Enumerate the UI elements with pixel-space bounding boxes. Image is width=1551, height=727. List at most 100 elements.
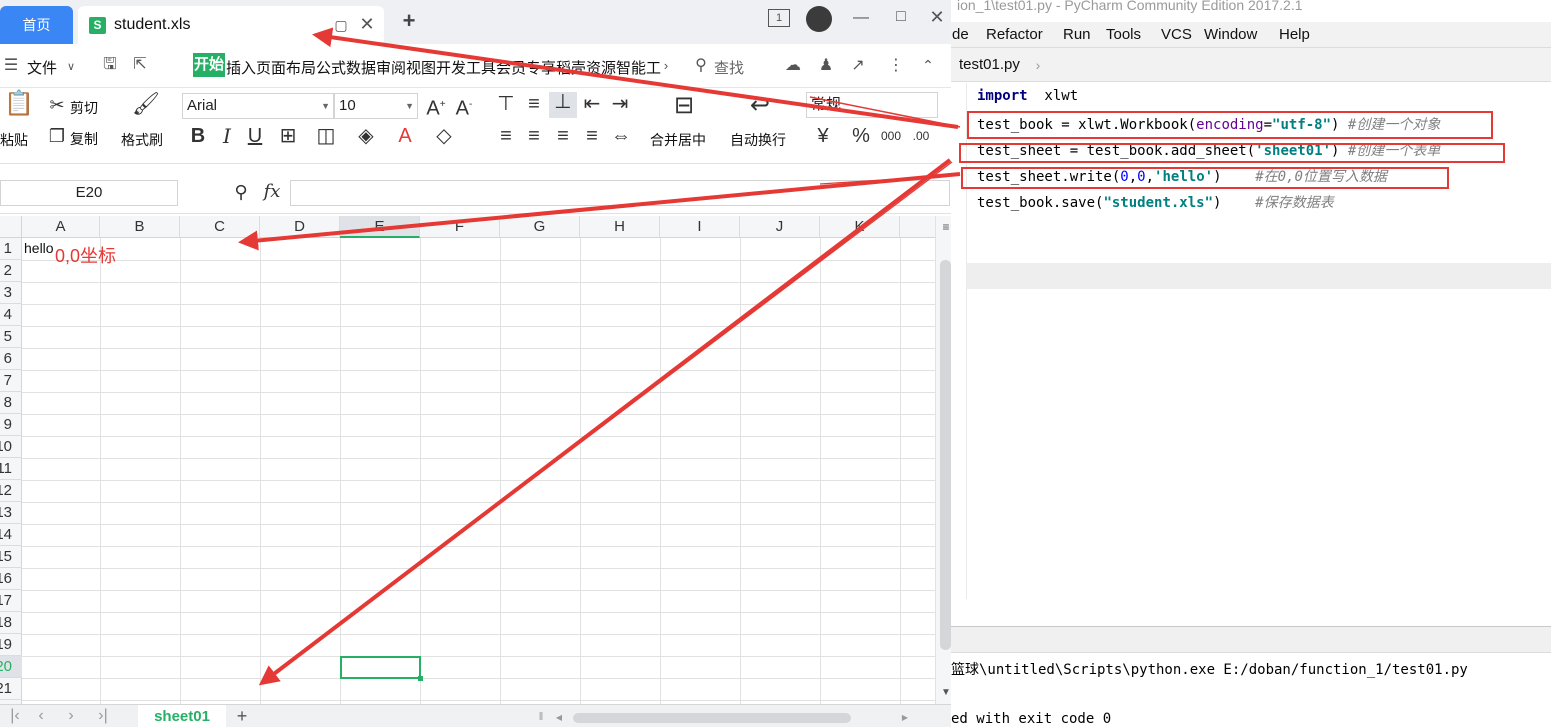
cut-button[interactable]: 剪切 xyxy=(70,98,98,118)
formula-input[interactable] xyxy=(290,180,950,206)
column-header-b[interactable]: B xyxy=(100,216,180,238)
zoom-icon[interactable]: ⚲ xyxy=(230,182,252,202)
prev-sheet-icon[interactable]: ‹ xyxy=(34,707,48,725)
first-sheet-icon[interactable]: |‹ xyxy=(8,707,22,725)
format-painter-icon[interactable]: 🖌 xyxy=(132,93,160,115)
align-top-icon[interactable]: ⊤ xyxy=(496,94,516,114)
chevron-right-icon[interactable]: › xyxy=(660,57,672,75)
menu-tab-docer[interactable]: 稻壳资源 xyxy=(556,57,616,78)
menu-tab-smart-tools[interactable]: 智能工 xyxy=(616,57,661,78)
thousands-separator-icon[interactable]: 000 xyxy=(878,126,904,146)
fill-color-icon[interactable]: ◈ xyxy=(352,126,380,146)
fill-handle[interactable] xyxy=(418,676,423,681)
align-center-icon[interactable]: ≡ xyxy=(524,126,544,146)
more-options-icon[interactable]: ⋮ xyxy=(888,57,904,75)
menu-refactor[interactable]: Refactor xyxy=(986,26,1043,43)
collapse-ribbon-icon[interactable]: ⌃ xyxy=(918,56,938,74)
row-header-15[interactable]: 15 xyxy=(0,546,22,568)
merge-center-button[interactable]: 合并居中 xyxy=(650,130,706,150)
font-name-select[interactable]: Arial ▼ xyxy=(182,93,334,119)
name-box[interactable]: E20 xyxy=(0,180,178,206)
row-header-11[interactable]: 11 xyxy=(0,458,22,480)
chevron-down-icon[interactable]: ∨ xyxy=(64,58,78,76)
number-format-select[interactable]: 常规 xyxy=(806,92,938,118)
italic-button[interactable]: I xyxy=(217,126,237,146)
monitor-icon[interactable]: ▢ xyxy=(332,16,350,34)
row-header-21[interactable]: 21 xyxy=(0,678,22,700)
file-menu[interactable]: 文件 xyxy=(27,57,57,78)
horizontal-scroll-thumb[interactable] xyxy=(573,713,851,723)
row-header-7[interactable]: 7 xyxy=(0,370,22,392)
menu-tools[interactable]: Tools xyxy=(1106,26,1141,43)
column-header-i[interactable]: I xyxy=(660,216,740,238)
column-header-f[interactable]: F xyxy=(420,216,500,238)
row-header-2[interactable]: 2 xyxy=(0,260,22,282)
select-all-corner[interactable] xyxy=(0,216,22,238)
clear-format-icon[interactable]: ◇ xyxy=(430,126,458,146)
cloud-icon[interactable]: ☁ xyxy=(782,57,804,75)
menu-window[interactable]: Window xyxy=(1204,26,1257,43)
menu-code[interactable]: de xyxy=(952,26,969,43)
font-color-icon[interactable]: A xyxy=(392,126,418,146)
wrap-text-button[interactable]: 自动换行 xyxy=(730,130,786,150)
tab-student-xls[interactable]: S student.xls ▢ ✕ xyxy=(78,6,384,44)
row-header-13[interactable]: 13 xyxy=(0,502,22,524)
menu-run[interactable]: Run xyxy=(1063,26,1091,43)
row-header-4[interactable]: 4 xyxy=(0,304,22,326)
column-header-c[interactable]: C xyxy=(180,216,260,238)
wrap-text-icon[interactable]: ↩ xyxy=(744,94,776,118)
export-icon[interactable]: ⇱ xyxy=(130,56,150,74)
last-sheet-icon[interactable]: ›| xyxy=(94,707,112,725)
menu-tab-data[interactable]: 数据 xyxy=(346,57,376,78)
column-header-d[interactable]: D xyxy=(260,216,340,238)
row-header-8[interactable]: 8 xyxy=(0,392,22,414)
row-header-19[interactable]: 19 xyxy=(0,634,22,656)
scroll-right-icon[interactable]: ▶ xyxy=(900,709,910,727)
code-line-1[interactable]: import xlwt xyxy=(977,88,1078,104)
justify-icon[interactable]: ≡ xyxy=(582,126,602,146)
close-tab-icon[interactable]: ✕ xyxy=(358,15,376,33)
column-header-g[interactable]: G xyxy=(500,216,580,238)
column-header-e[interactable]: E xyxy=(340,216,420,238)
copy-icon[interactable]: ❐ xyxy=(47,126,67,146)
next-sheet-icon[interactable]: › xyxy=(64,707,78,725)
row-header-17[interactable]: 17 xyxy=(0,590,22,612)
code-editor[interactable]: import xlwt test_book = xlwt.Workbook(en… xyxy=(951,83,1551,599)
row-header-18[interactable]: 18 xyxy=(0,612,22,634)
search-box[interactable]: 查找 xyxy=(714,57,744,78)
cell-style-icon[interactable]: ◫ xyxy=(312,126,340,146)
menu-tab-view[interactable]: 视图 xyxy=(406,57,436,78)
align-left-icon[interactable]: ≡ xyxy=(496,126,516,146)
column-header-h[interactable]: H xyxy=(580,216,660,238)
tab-home[interactable]: 首页 xyxy=(0,6,73,44)
row-header-3[interactable]: 3 xyxy=(0,282,22,304)
row-header-9[interactable]: 9 xyxy=(0,414,22,436)
menu-tab-page-layout[interactable]: 页面布局 xyxy=(256,57,316,78)
sheet-tab-sheet01[interactable]: sheet01 xyxy=(138,705,226,727)
save-icon[interactable]: 🖫 xyxy=(100,56,120,74)
row-header-5[interactable]: 5 xyxy=(0,326,22,348)
align-middle-icon[interactable]: ≡ xyxy=(524,94,544,114)
scissors-icon[interactable]: ✂ xyxy=(47,95,67,115)
row-header-20[interactable]: 20 xyxy=(0,656,22,678)
row-header-16[interactable]: 16 xyxy=(0,568,22,590)
column-header-k[interactable]: K xyxy=(820,216,900,238)
share-user-icon[interactable]: ♟ xyxy=(816,57,836,75)
minimize-icon[interactable]: — xyxy=(852,9,870,27)
copy-button[interactable]: 复制 xyxy=(70,129,98,149)
search-icon[interactable]: ⚲ xyxy=(692,57,710,75)
maximize-icon[interactable]: □ xyxy=(892,8,910,26)
increase-indent-icon[interactable]: ⇥ xyxy=(610,94,630,114)
code-line-5[interactable]: test_book.save("student.xls") #保存数据表 xyxy=(977,192,1334,212)
menu-tab-review[interactable]: 审阅 xyxy=(376,57,406,78)
new-tab-icon[interactable]: + xyxy=(398,10,420,32)
column-header-j[interactable]: J xyxy=(740,216,820,238)
close-window-icon[interactable]: ✕ xyxy=(928,8,946,26)
scroll-left-icon[interactable]: ◀ xyxy=(554,709,564,727)
menu-tab-start[interactable]: 开始 xyxy=(193,53,226,77)
percent-icon[interactable]: % xyxy=(850,126,872,146)
cell-a1[interactable]: hello xyxy=(24,240,54,256)
menu-tab-member[interactable]: 会员专享 xyxy=(496,57,556,78)
row-header-12[interactable]: 12 xyxy=(0,480,22,502)
border-icon[interactable]: ⊞ xyxy=(274,126,302,146)
